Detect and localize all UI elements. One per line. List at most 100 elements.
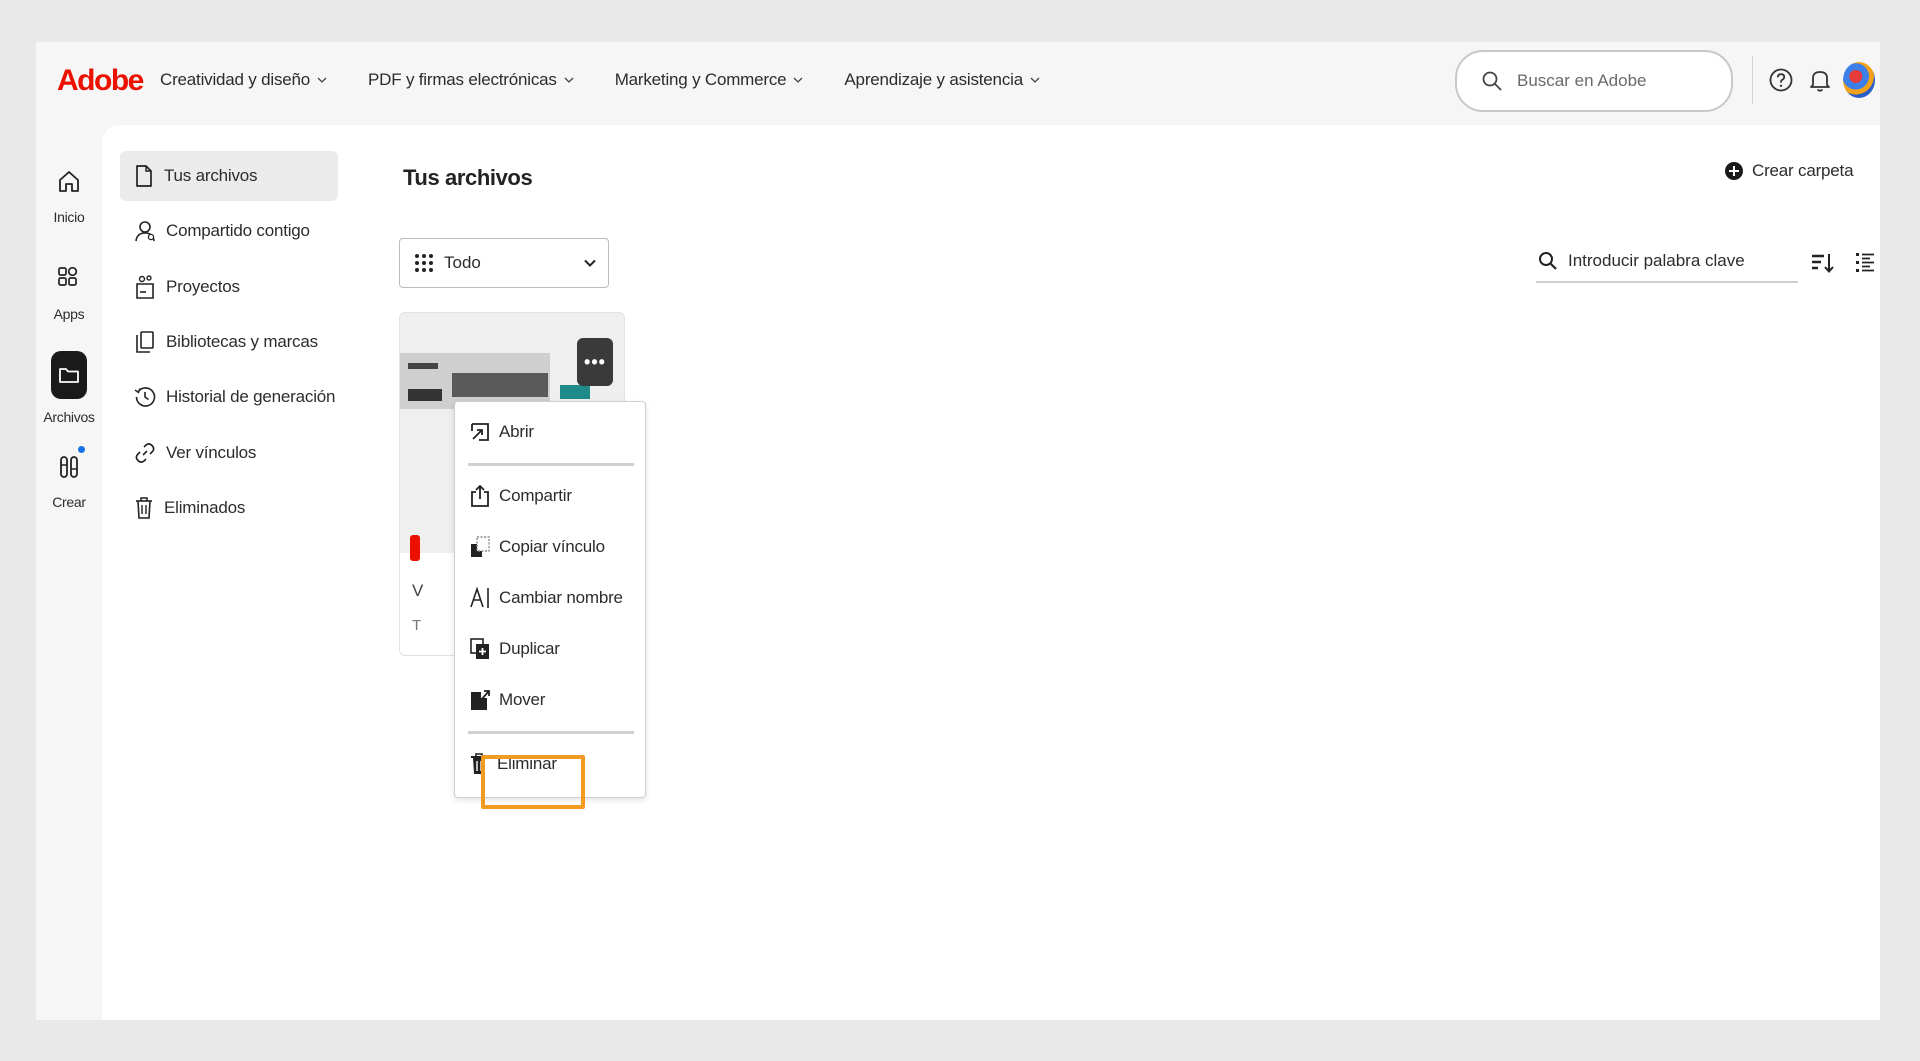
left-rail: Inicio Apps Archivos Crear: [36, 125, 102, 1020]
rail-item-apps[interactable]: Apps: [36, 260, 102, 322]
nav-label: Marketing y Commerce: [614, 70, 787, 89]
chevron-down-icon: [564, 77, 574, 83]
file-type-badge: [410, 535, 420, 561]
menu-item-label: Duplicar: [499, 639, 560, 658]
nav-marketing[interactable]: Marketing y Commerce: [615, 70, 805, 90]
adobe-logo[interactable]: Adobe: [57, 64, 144, 98]
sidebar-item-label: Tus archivos: [164, 166, 258, 185]
sidebar-item-label: Bibliotecas y marcas: [166, 332, 318, 351]
menu-item-label: Eliminar: [497, 754, 557, 773]
link-icon: [135, 443, 155, 463]
create-folder-button[interactable]: Crear carpeta: [1724, 161, 1854, 181]
menu-item-mover[interactable]: Mover: [465, 680, 637, 720]
sidebar-item-bibliotecas[interactable]: Bibliotecas y marcas: [120, 317, 338, 367]
page-title: Tus archivos: [403, 165, 533, 190]
thumbnail-detail: [408, 389, 442, 401]
sidebar-item-eliminados[interactable]: Eliminados: [120, 483, 338, 533]
keyword-search[interactable]: [1536, 241, 1798, 283]
menu-item-label: Copiar vínculo: [499, 537, 605, 556]
menu-item-duplicar[interactable]: Duplicar: [465, 629, 637, 669]
menu-item-copiar-vinculo[interactable]: Copiar vínculo: [465, 527, 637, 567]
thumbnail-detail: [452, 373, 548, 397]
shared-user-icon: [135, 221, 155, 242]
sort-button[interactable]: [1809, 249, 1837, 277]
nav-aprendizaje[interactable]: Aprendizaje y asistencia: [844, 70, 1041, 90]
projects-icon: [136, 275, 154, 299]
rail-item-crear[interactable]: Crear: [36, 448, 102, 510]
chevron-down-icon: [793, 77, 803, 83]
thumbnail-detail: [560, 385, 590, 399]
folder-icon: [51, 351, 87, 399]
list-view-button[interactable]: [1851, 249, 1879, 277]
sidebar-item-vinculos[interactable]: Ver vínculos: [120, 428, 338, 478]
menu-separator: [468, 731, 634, 734]
menu-item-abrir[interactable]: Abrir: [465, 412, 637, 452]
sidebar-item-proyectos[interactable]: Proyectos: [120, 262, 338, 312]
avatar[interactable]: [1843, 62, 1875, 98]
sidebar-item-label: Compartido contigo: [166, 221, 310, 240]
content-panel: Tus archivos Compartido contigo Proyecto…: [102, 125, 1880, 1020]
rail-label: Inicio: [53, 209, 85, 225]
filter-dropdown[interactable]: Todo: [399, 238, 609, 288]
nav-label: Aprendizaje y asistencia: [844, 70, 1023, 89]
search-icon: [1539, 252, 1557, 270]
filter-value: Todo: [444, 253, 481, 272]
open-icon: [471, 423, 489, 441]
menu-item-compartir[interactable]: Compartir: [465, 476, 637, 516]
help-icon: [1769, 68, 1793, 92]
duplicate-icon: [470, 638, 489, 659]
apps-icon: [51, 260, 87, 296]
delete-icon: [471, 753, 487, 774]
keyword-input[interactable]: [1568, 251, 1788, 271]
context-menu: Abrir Compartir Copiar vínculo Cambiar n…: [454, 401, 646, 798]
copy-link-icon: [471, 536, 490, 557]
share-icon: [471, 484, 489, 507]
ellipsis-icon: •••: [584, 351, 606, 372]
move-icon: [471, 690, 490, 710]
sidebar-item-historial[interactable]: Historial de generación: [120, 372, 338, 422]
main-nav: Creatividad y diseño PDF y firmas electr…: [160, 70, 1041, 90]
grid-icon: [415, 254, 433, 272]
libraries-icon: [136, 331, 154, 353]
sidebar-item-label: Eliminados: [164, 498, 246, 517]
nav-creatividad[interactable]: Creatividad y diseño: [160, 70, 328, 90]
menu-item-cambiar-nombre[interactable]: Cambiar nombre: [465, 578, 637, 618]
create-folder-label: Crear carpeta: [1752, 161, 1854, 180]
menu-item-eliminar[interactable]: Eliminar: [465, 744, 637, 784]
search-input[interactable]: [1517, 71, 1717, 91]
sidebar-item-tus-archivos[interactable]: Tus archivos: [120, 151, 338, 201]
header-divider: [1752, 56, 1753, 104]
menu-item-label: Cambiar nombre: [499, 588, 623, 607]
file-name-fragment: V: [412, 581, 424, 600]
home-icon: [51, 163, 87, 199]
sidebar-item-compartido[interactable]: Compartido contigo: [120, 206, 338, 256]
search-icon: [1482, 71, 1502, 91]
rail-label: Apps: [53, 306, 85, 322]
menu-item-label: Compartir: [499, 486, 572, 505]
rail-label: Crear: [52, 494, 86, 510]
create-icon: [51, 448, 87, 484]
history-icon: [134, 387, 156, 407]
nav-pdf[interactable]: PDF y firmas electrónicas: [368, 70, 575, 90]
global-search[interactable]: [1455, 50, 1733, 112]
rail-item-archivos[interactable]: Archivos: [36, 351, 102, 425]
nav-label: Creatividad y diseño: [160, 70, 311, 89]
rail-label: Archivos: [43, 409, 95, 425]
rename-icon: [470, 586, 489, 608]
thumbnail-detail: [408, 363, 438, 369]
sidebar-item-label: Historial de generación: [166, 387, 336, 406]
notifications-button[interactable]: [1806, 66, 1834, 94]
menu-item-label: Abrir: [499, 422, 534, 441]
app-window: Adobe Creatividad y diseño PDF y firmas …: [36, 42, 1880, 1020]
sidebar-item-label: Proyectos: [166, 277, 240, 296]
chevron-down-icon: [317, 77, 327, 83]
sort-icon: [1812, 254, 1834, 274]
rail-item-inicio[interactable]: Inicio: [36, 163, 102, 225]
help-button[interactable]: [1767, 66, 1795, 94]
more-options-button[interactable]: •••: [577, 338, 613, 386]
plus-circle-icon: [1725, 162, 1743, 180]
list-view-icon: [1856, 253, 1874, 272]
bell-icon: [1810, 71, 1830, 92]
sidebar-item-label: Ver vínculos: [166, 443, 257, 462]
chevron-down-icon: [1030, 77, 1040, 83]
